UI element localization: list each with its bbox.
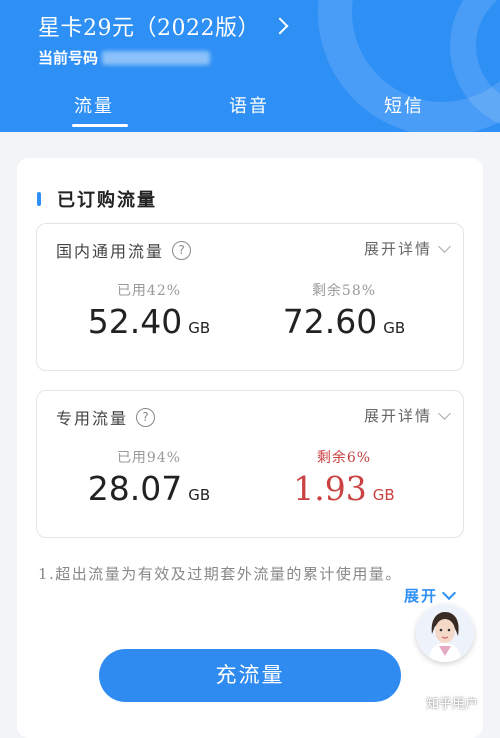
package-title: 专用流量 xyxy=(56,409,129,428)
used-amount: 52.40 GB xyxy=(49,302,249,341)
remaining-stat: 剩余6% 1.93 GB xyxy=(244,447,444,508)
remaining-value: 1.93 xyxy=(293,469,367,508)
footnote-expand-label: 展开 xyxy=(404,587,439,605)
remaining-amount: 72.60 GB xyxy=(244,302,444,341)
current-number: 当前号码 xyxy=(38,47,211,68)
unit-label: GB xyxy=(383,319,406,337)
plan-selector[interactable]: 星卡29元（2022版） xyxy=(38,10,289,42)
unit-label: GB xyxy=(372,486,395,504)
help-icon[interactable]: ? xyxy=(136,407,156,427)
help-icon[interactable]: ? xyxy=(172,240,192,260)
plan-title: 星卡29元（2022版） xyxy=(38,16,260,41)
tab-bar: 流量 语音 短信 xyxy=(0,92,500,132)
chevron-down-icon xyxy=(438,239,451,253)
masked-phone-number xyxy=(102,50,211,65)
tab-data[interactable]: 流量 xyxy=(54,92,134,118)
active-tab-indicator xyxy=(72,124,128,127)
package-title: 国内通用流量 xyxy=(56,242,165,261)
used-stat: 已用42% 52.40 GB xyxy=(49,280,249,341)
used-label: 已用42% xyxy=(116,283,182,299)
tab-voice[interactable]: 语音 xyxy=(209,92,289,118)
footnote-expand-button[interactable]: 展开 xyxy=(404,585,457,606)
unit-label: GB xyxy=(188,486,211,504)
expand-details-button[interactable]: 展开详情 xyxy=(363,238,451,259)
expand-details-button[interactable]: 展开详情 xyxy=(363,405,451,426)
top-up-data-button[interactable]: 充流量 xyxy=(99,649,401,702)
used-amount: 28.07 GB xyxy=(49,469,249,508)
package-domestic: 国内通用流量 ? 展开详情 已用42% 52.40 GB 剩余58% 72.60 G… xyxy=(36,223,464,371)
remaining-stat: 剩余58% 72.60 GB xyxy=(244,280,444,341)
header-banner: 星卡29元（2022版） 当前号码 流量 语音 短信 xyxy=(0,0,500,132)
remaining-label: 剩余6% xyxy=(316,450,372,466)
expand-details-label: 展开详情 xyxy=(363,407,432,425)
package-dedicated: 专用流量 ? 展开详情 已用94% 28.07 GB 剩余6% 1.93 GB xyxy=(36,390,464,538)
assistant-avatar-button[interactable] xyxy=(416,604,474,662)
assistant-avatar-icon xyxy=(416,604,474,662)
used-value: 52.40 xyxy=(87,302,183,341)
remaining-value: 72.60 xyxy=(282,302,378,341)
section-header: 已订购流量 xyxy=(37,186,157,212)
expand-details-label: 展开详情 xyxy=(363,240,432,258)
unit-label: GB xyxy=(188,319,211,337)
package-title-row: 专用流量 ? xyxy=(56,405,156,429)
used-label: 已用94% xyxy=(116,450,182,466)
remaining-amount: 1.93 GB xyxy=(244,469,444,508)
watermark: 知乎用户 xyxy=(426,697,479,712)
used-stat: 已用94% 28.07 GB xyxy=(49,447,249,508)
chevron-down-icon xyxy=(438,406,451,420)
chevron-right-icon xyxy=(271,17,289,35)
footnote: 1.超出流量为有效及过期套外流量的累计使用量。 xyxy=(38,565,402,583)
remaining-label: 剩余58% xyxy=(311,283,377,299)
section-title: 已订购流量 xyxy=(57,190,157,211)
chevron-down-icon xyxy=(441,585,457,601)
section-marker xyxy=(37,192,41,206)
number-label: 当前号码 xyxy=(38,49,99,67)
package-title-row: 国内通用流量 ? xyxy=(56,238,192,262)
used-value: 28.07 xyxy=(87,469,183,508)
tab-sms[interactable]: 短信 xyxy=(364,92,444,118)
